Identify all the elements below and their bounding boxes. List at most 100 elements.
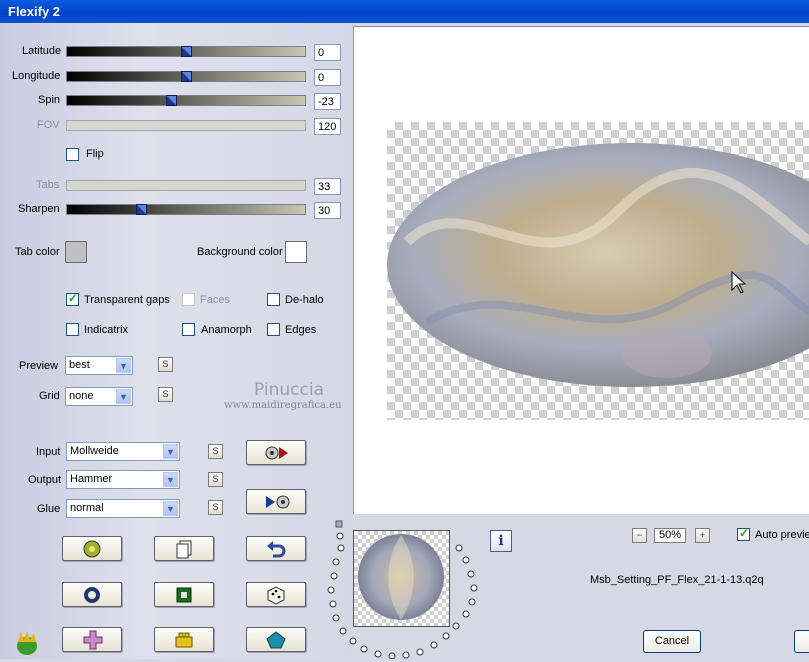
indicatrix-label: Indicatrix [84, 324, 129, 336]
input-projection-value: Mollweide [70, 445, 119, 457]
globe-thumbnail [358, 534, 444, 620]
grid-label: Grid [39, 390, 60, 402]
input-projection-select[interactable]: Mollweide ▼ [66, 442, 180, 461]
chevron-down-icon: ▼ [116, 358, 131, 373]
ok-button[interactable] [794, 630, 809, 653]
tabs-value: 33 [314, 178, 341, 195]
faces-checkbox [182, 293, 195, 306]
faces-label: Faces [200, 294, 230, 306]
glue-value: normal [70, 502, 104, 514]
check-icon: ✓ [739, 526, 750, 540]
background-color-swatch[interactable] [285, 241, 307, 263]
preview-mode-s-button[interactable]: S [158, 357, 173, 372]
window-titlebar: Flexify 2 [0, 0, 809, 23]
output-projection-select[interactable]: Hammer ▼ [66, 470, 180, 489]
glue-s-button[interactable]: S [208, 500, 223, 515]
tool-button-7[interactable] [62, 627, 122, 652]
swap-back-button[interactable] [246, 489, 306, 514]
info-button[interactable]: i [490, 530, 512, 552]
edges-checkbox[interactable] [267, 323, 280, 336]
input-s-button[interactable]: S [208, 444, 223, 459]
background-color-label: Background color [197, 246, 283, 258]
chevron-down-icon: ▼ [163, 472, 178, 487]
fov-label: FOV [37, 119, 60, 131]
tabs-label: Tabs [36, 179, 60, 191]
glue-select[interactable]: normal ▼ [66, 499, 180, 518]
preview-image [387, 143, 809, 387]
chevron-down-icon: ▼ [116, 389, 131, 404]
spin-thumb[interactable] [166, 95, 177, 106]
output-projection-value: Hammer [70, 473, 113, 485]
snail-icon [83, 540, 101, 558]
flip-checkbox[interactable] [66, 148, 79, 161]
square-icon [176, 587, 192, 603]
tool-button-5[interactable] [154, 582, 214, 607]
spin-slider[interactable] [66, 95, 306, 106]
preview-canvas [387, 122, 809, 420]
de-halo-label: De-halo [285, 294, 324, 306]
watermark-title: Pinuccia [254, 380, 324, 400]
spin-label: Spin [38, 94, 61, 106]
sharpen-value[interactable]: 30 [314, 202, 341, 219]
longitude-label: Longitude [12, 70, 61, 82]
swap-forward-button[interactable] [246, 440, 306, 465]
sharpen-thumb[interactable] [136, 204, 147, 215]
output-s-button[interactable]: S [208, 472, 223, 487]
input-label: Input [36, 446, 61, 458]
output-label: Output [28, 474, 62, 486]
transparent-gaps-label: Transparent gaps [84, 294, 170, 306]
zoom-out-button[interactable]: − [632, 528, 647, 543]
preview-area[interactable] [353, 26, 809, 514]
navigator[interactable] [322, 518, 482, 660]
flip-label: Flip [86, 148, 104, 160]
sharpen-label: Sharpen [18, 203, 60, 215]
zoom-level: 50% [654, 528, 686, 543]
lego-icon [175, 632, 193, 648]
tool-button-9[interactable] [246, 627, 306, 652]
sharpen-slider[interactable] [66, 204, 306, 215]
undo-button[interactable] [246, 536, 306, 561]
edges-label: Edges [285, 324, 317, 336]
ring-icon [84, 587, 100, 603]
latitude-value[interactable]: 0 [314, 44, 341, 61]
check-icon: ✓ [68, 291, 79, 305]
spin-value[interactable]: -23 [314, 93, 341, 110]
longitude-slider[interactable] [66, 71, 306, 82]
navigator-thumbnail[interactable] [353, 530, 450, 627]
tool-button-2[interactable] [154, 536, 214, 561]
de-halo-checkbox[interactable] [267, 293, 280, 306]
undo-icon [267, 541, 286, 558]
grid-s-button[interactable]: S [158, 387, 173, 402]
grid-value: none [69, 390, 94, 402]
tool-button-1[interactable] [62, 536, 122, 561]
longitude-value[interactable]: 0 [314, 69, 341, 86]
tool-button-8[interactable] [154, 627, 214, 652]
zoom-in-button[interactable]: + [695, 528, 710, 543]
preview-mode-select[interactable]: best ▼ [65, 356, 133, 375]
flaming-pear-icon [14, 630, 40, 659]
preview-mode-value: best [69, 359, 90, 371]
arrow-disc-icon [266, 495, 290, 509]
anamorph-checkbox[interactable] [182, 323, 195, 336]
fov-value: 120 [314, 118, 341, 135]
tool-button-4[interactable] [62, 582, 122, 607]
latitude-label: Latitude [22, 45, 62, 57]
latitude-slider[interactable] [66, 46, 306, 57]
tab-color-swatch[interactable] [65, 241, 87, 263]
indicatrix-checkbox[interactable] [66, 323, 79, 336]
glue-label: Glue [37, 503, 61, 515]
preset-file-name: Msb_Setting_PF_Flex_21-1-13.q2q [590, 574, 764, 586]
anamorph-label: Anamorph [201, 324, 252, 336]
preview-mode-label: Preview [19, 360, 59, 372]
latitude-thumb[interactable] [181, 46, 192, 57]
grid-select[interactable]: none ▼ [65, 387, 133, 406]
chevron-down-icon: ▼ [163, 444, 178, 459]
watermark-url: www.maidiregrafica.eu [224, 400, 342, 411]
tool-button-6[interactable] [246, 582, 306, 607]
cancel-button[interactable]: Cancel [643, 630, 701, 653]
auto-preview-checkbox[interactable]: ✓ [737, 526, 750, 541]
transparent-gaps-checkbox[interactable]: ✓ [66, 291, 79, 306]
fov-slider [66, 120, 306, 131]
window-title: Flexify 2 [8, 4, 61, 19]
longitude-thumb[interactable] [181, 71, 192, 82]
